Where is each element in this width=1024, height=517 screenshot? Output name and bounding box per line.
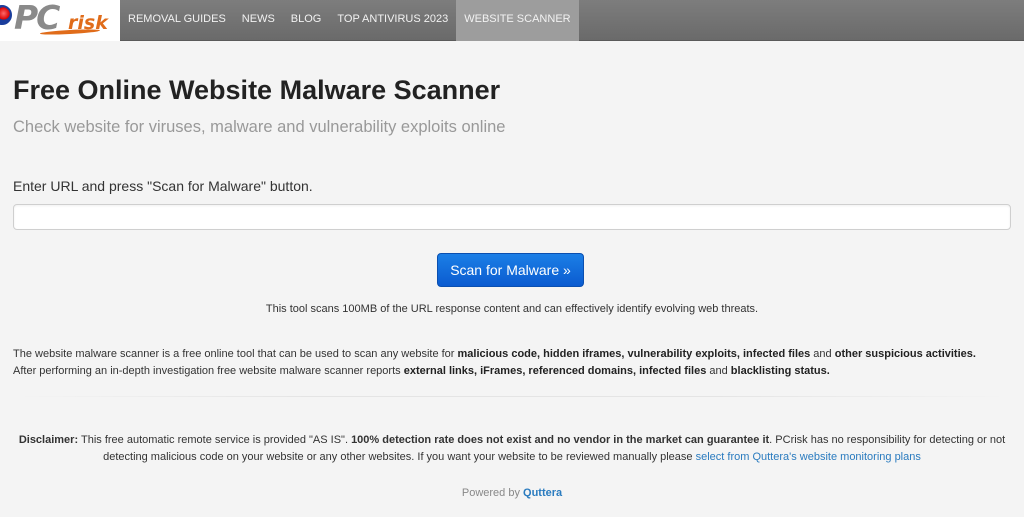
- nav-item-removal-guides[interactable]: REMOVAL GUIDES: [120, 0, 234, 41]
- nav-item-website-scanner[interactable]: WEBSITE SCANNER: [456, 0, 579, 41]
- tool-note: This tool scans 100MB of the URL respons…: [265, 303, 759, 315]
- disclaimer: Disclaimer: This free automatic remote s…: [13, 432, 1011, 466]
- main-nav: REMOVAL GUIDES NEWS BLOG TOP ANTIVIRUS 2…: [120, 0, 579, 41]
- top-navigation-bar: PC risk REMOVAL GUIDES NEWS BLOG TOP ANT…: [0, 0, 1024, 41]
- scanner-description: The website malware scanner is a free on…: [13, 346, 1013, 380]
- pcrisk-logo[interactable]: PC risk: [0, 0, 120, 41]
- section-divider: [13, 396, 1011, 397]
- monitoring-plans-link[interactable]: select from Quttera's website monitoring…: [696, 451, 921, 463]
- desc-text: and: [810, 348, 835, 360]
- disclaimer-bold: 100% detection rate does not exist and n…: [351, 434, 770, 446]
- scan-for-malware-button[interactable]: Scan for Malware »: [437, 253, 584, 287]
- nav-item-blog[interactable]: BLOG: [283, 0, 330, 41]
- desc-text: The website malware scanner is a free on…: [13, 348, 458, 360]
- url-input[interactable]: [13, 204, 1011, 230]
- page-title: Free Online Website Malware Scanner: [13, 75, 501, 105]
- url-label: Enter URL and press "Scan for Malware" b…: [13, 178, 313, 194]
- desc-bold: blacklisting status.: [730, 365, 830, 377]
- desc-bold: malicious code, hidden iframes, vulnerab…: [457, 348, 811, 360]
- desc-bold: external links, iFrames, referenced doma…: [403, 365, 707, 377]
- powered-by: Powered by Quttera: [13, 487, 1011, 499]
- logo-ball-icon: [0, 5, 12, 25]
- nav-item-news[interactable]: NEWS: [234, 0, 283, 41]
- desc-text: After performing an in-depth investigati…: [13, 365, 404, 377]
- disclaimer-text: This free automatic remote service is pr…: [78, 434, 352, 446]
- nav-item-top-antivirus[interactable]: TOP ANTIVIRUS 2023: [329, 0, 456, 41]
- powered-by-text: Powered by: [461, 487, 524, 499]
- desc-bold: other suspicious activities.: [834, 348, 976, 360]
- desc-text: and: [706, 365, 731, 377]
- page-subtitle: Check website for viruses, malware and v…: [13, 118, 506, 136]
- quttera-link[interactable]: Quttera: [523, 487, 562, 499]
- disclaimer-label: Disclaimer:: [18, 434, 79, 446]
